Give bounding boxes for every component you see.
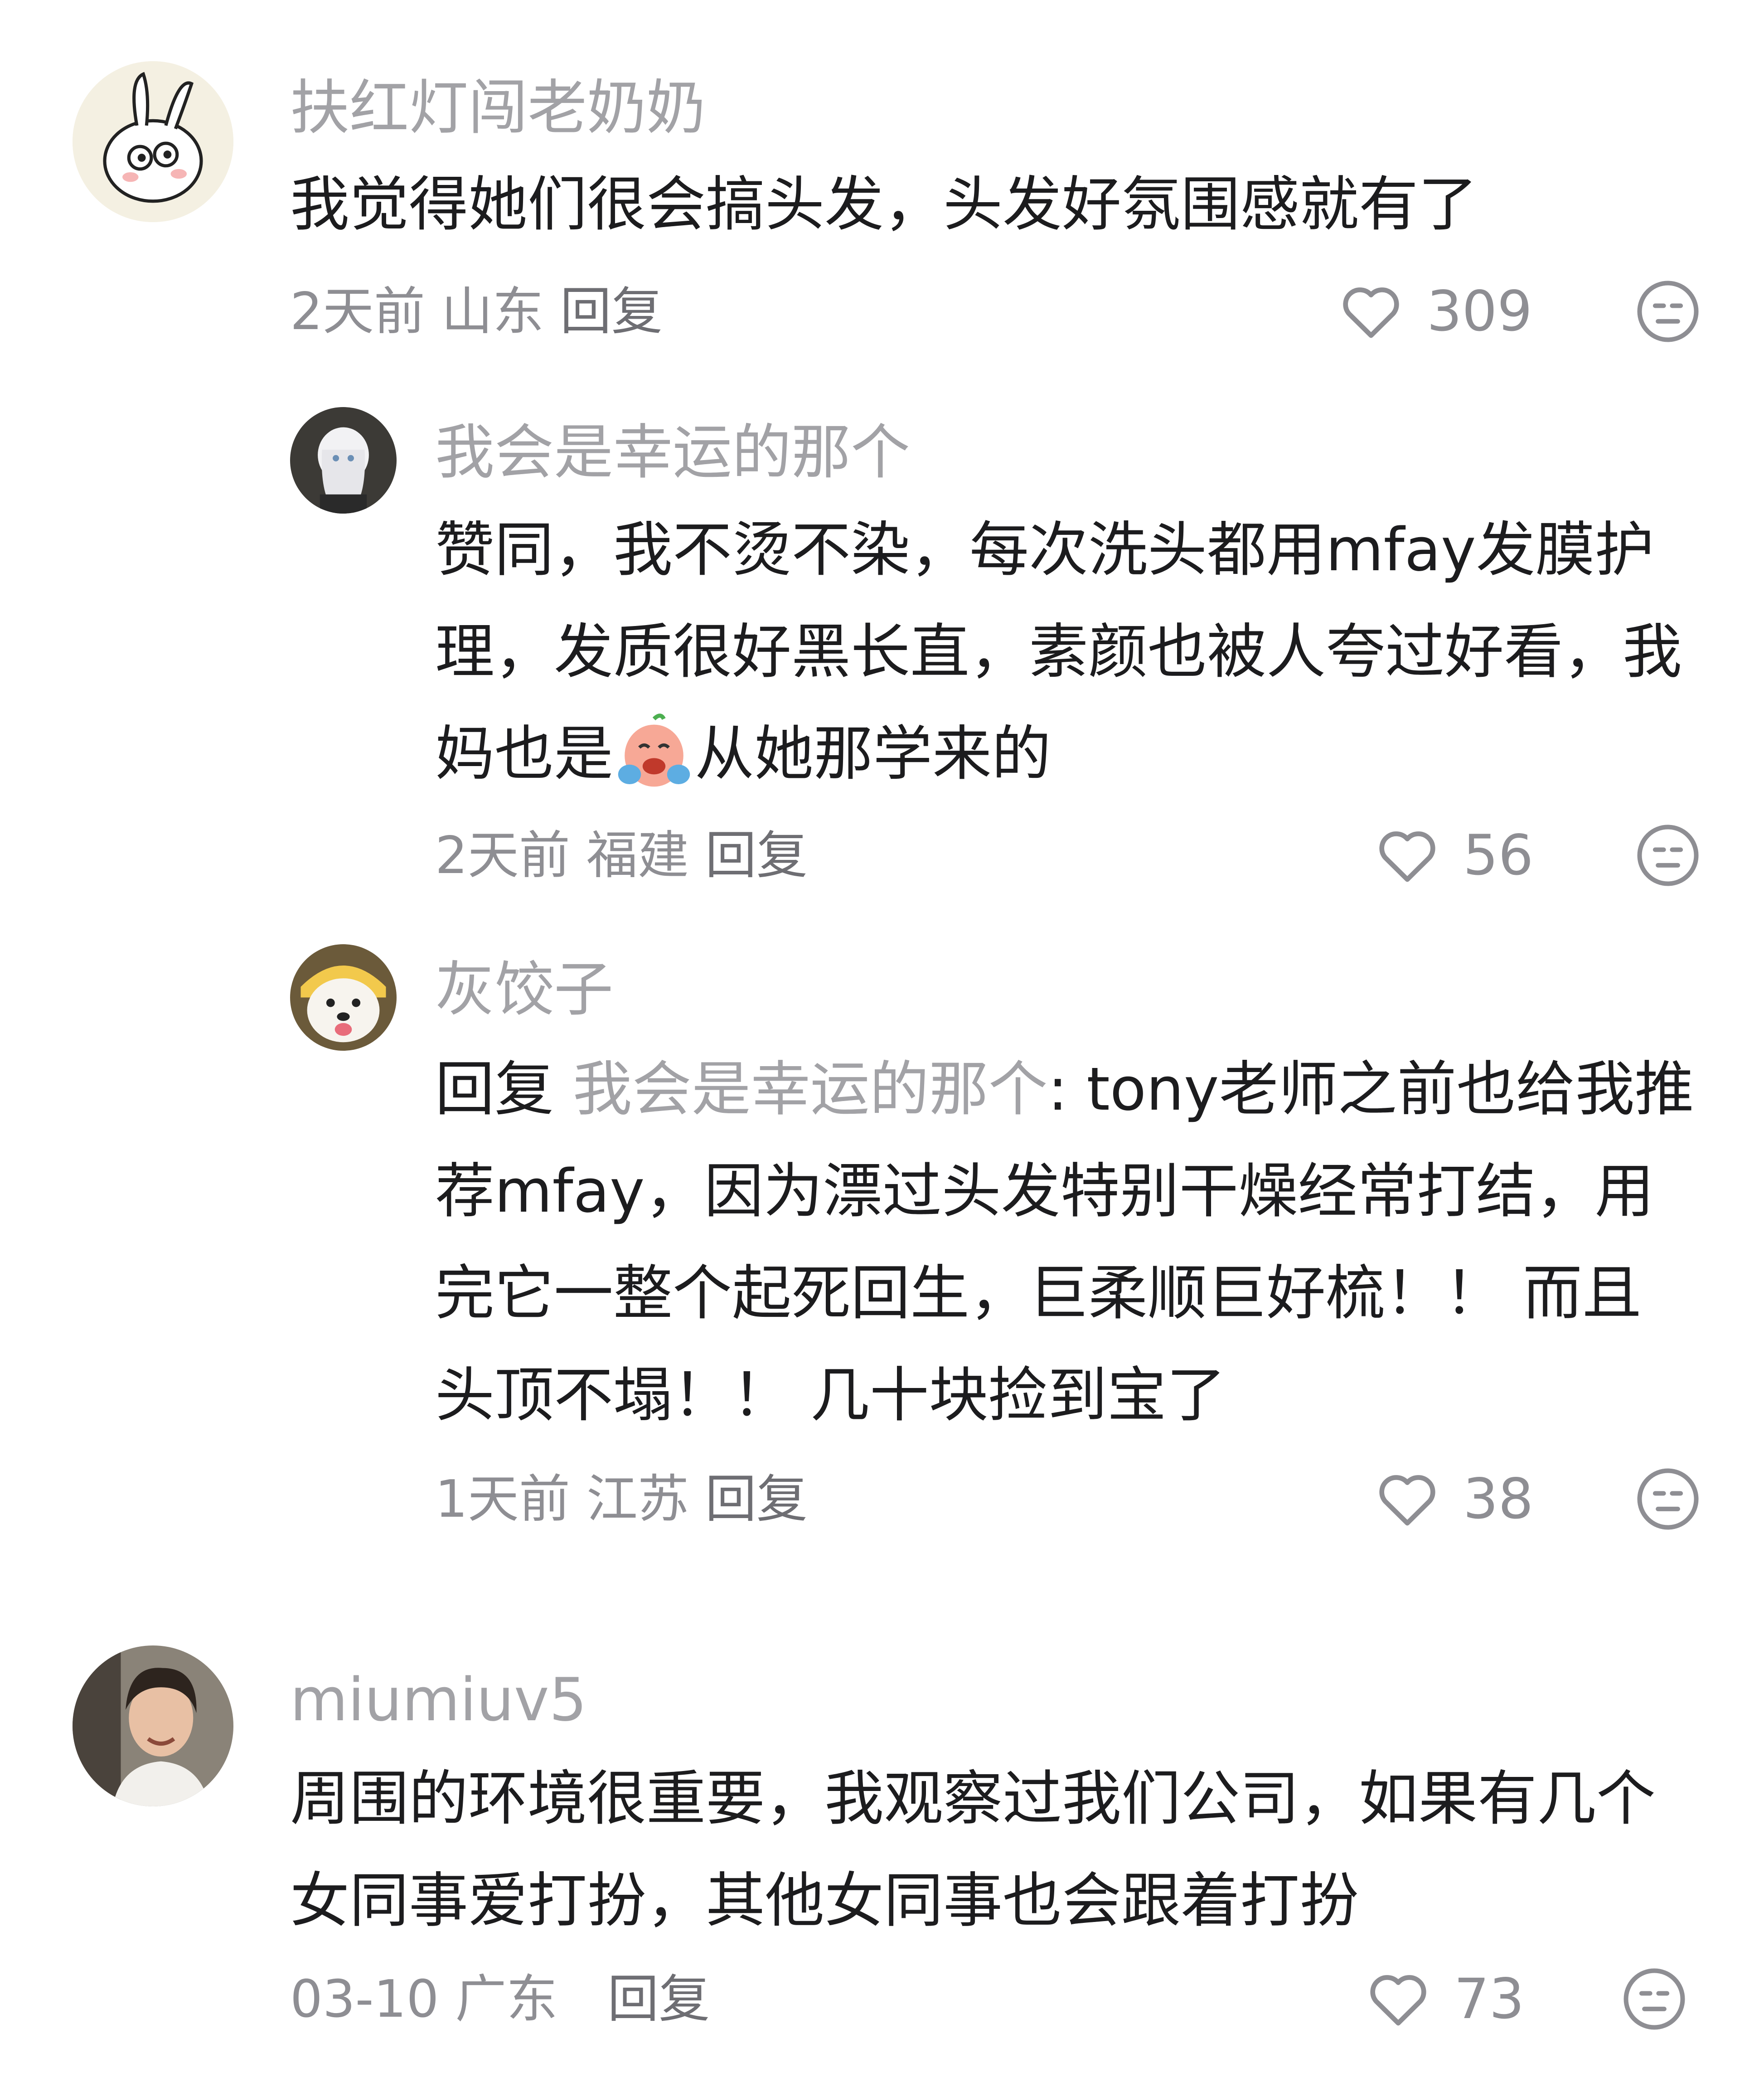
comment-location: 江苏 [586, 1469, 689, 1529]
avatar[interactable] [290, 944, 397, 1051]
comment-location: 广东 [455, 1969, 558, 2029]
crying-emoji-icon [618, 713, 690, 787]
comment-meta: 2天前 山东 回复 [290, 277, 679, 345]
comment-location: 福建 [586, 825, 689, 885]
dog-avatar-icon [290, 944, 397, 1051]
reply-button[interactable]: 回复 [560, 281, 663, 341]
reaction-emoji-icon[interactable] [1634, 1465, 1702, 1533]
reply-button[interactable]: 回复 [705, 825, 808, 885]
reaction-emoji-icon[interactable] [1620, 1965, 1688, 2033]
comment-meta: 03-10 广东 回复 [290, 1965, 726, 2033]
comment-username[interactable]: miumiuv5 [290, 1659, 587, 1741]
reaction-emoji-icon[interactable] [1634, 821, 1702, 889]
like-button[interactable]: 309 [1337, 277, 1532, 345]
avatar[interactable] [290, 407, 397, 514]
woman-photo-avatar-icon [73, 1645, 233, 1806]
heart-icon [1379, 1475, 1435, 1526]
comment-text-part: 从她那学来的 [695, 719, 1052, 788]
comment-meta: 1天前 江苏 回复 [435, 1465, 824, 1533]
like-button[interactable]: 73 [1364, 1965, 1524, 2033]
comment-username[interactable]: 扶红灯闯老奶奶 [290, 67, 706, 149]
like-button[interactable]: 38 [1373, 1465, 1533, 1533]
comment-time: 03-10 [290, 1969, 439, 2029]
comment-meta: 2天前 福建 回复 [435, 821, 824, 889]
reply-prefix: 回复 [435, 1054, 573, 1124]
comment-time: 1天前 [435, 1469, 570, 1529]
comment-username[interactable]: 我会是幸运的那个 [435, 412, 910, 493]
comment-username[interactable]: 灰饺子 [435, 949, 613, 1030]
reply-target-username[interactable]: 我会是幸运的那个 [573, 1054, 1048, 1124]
reply-button[interactable]: 回复 [705, 1469, 808, 1529]
anime-girl-avatar-icon [290, 407, 397, 514]
like-count: 309 [1427, 279, 1532, 344]
avatar[interactable] [73, 1645, 233, 1806]
comment-text: 我觉得她们很会搞头发，头发好氛围感就有了 [290, 170, 1478, 239]
like-count: 56 [1463, 823, 1534, 888]
bunny-avatar-icon [73, 61, 233, 222]
comment-text: 赞同，我不烫不染，每次洗头都用mfay发膜护理，发质很好黑长直，素颜也被人夸过好… [435, 499, 1700, 805]
heart-icon [1370, 1975, 1426, 2026]
reaction-emoji-icon[interactable] [1634, 277, 1702, 345]
heart-icon [1379, 831, 1435, 882]
like-count: 73 [1454, 1967, 1525, 2031]
comment-time: 2天前 [435, 825, 570, 885]
comment-text: 周围的环境很重要，我观察过我们公司，如果有几个女同事爱打扮，其他女同事也会跟着打… [290, 1764, 1656, 1935]
avatar[interactable] [73, 61, 233, 222]
comment-text: 回复 我会是幸运的那个: tony老师之前也给我推荐mfay，因为漂过头发特别干… [435, 1038, 1700, 1446]
comment-time: 2天前 [290, 281, 425, 341]
heart-icon [1343, 287, 1399, 338]
like-button[interactable]: 56 [1373, 821, 1533, 889]
like-count: 38 [1463, 1467, 1534, 1531]
comment-location: 山东 [441, 281, 544, 341]
reply-button[interactable]: 回复 [607, 1969, 710, 2029]
